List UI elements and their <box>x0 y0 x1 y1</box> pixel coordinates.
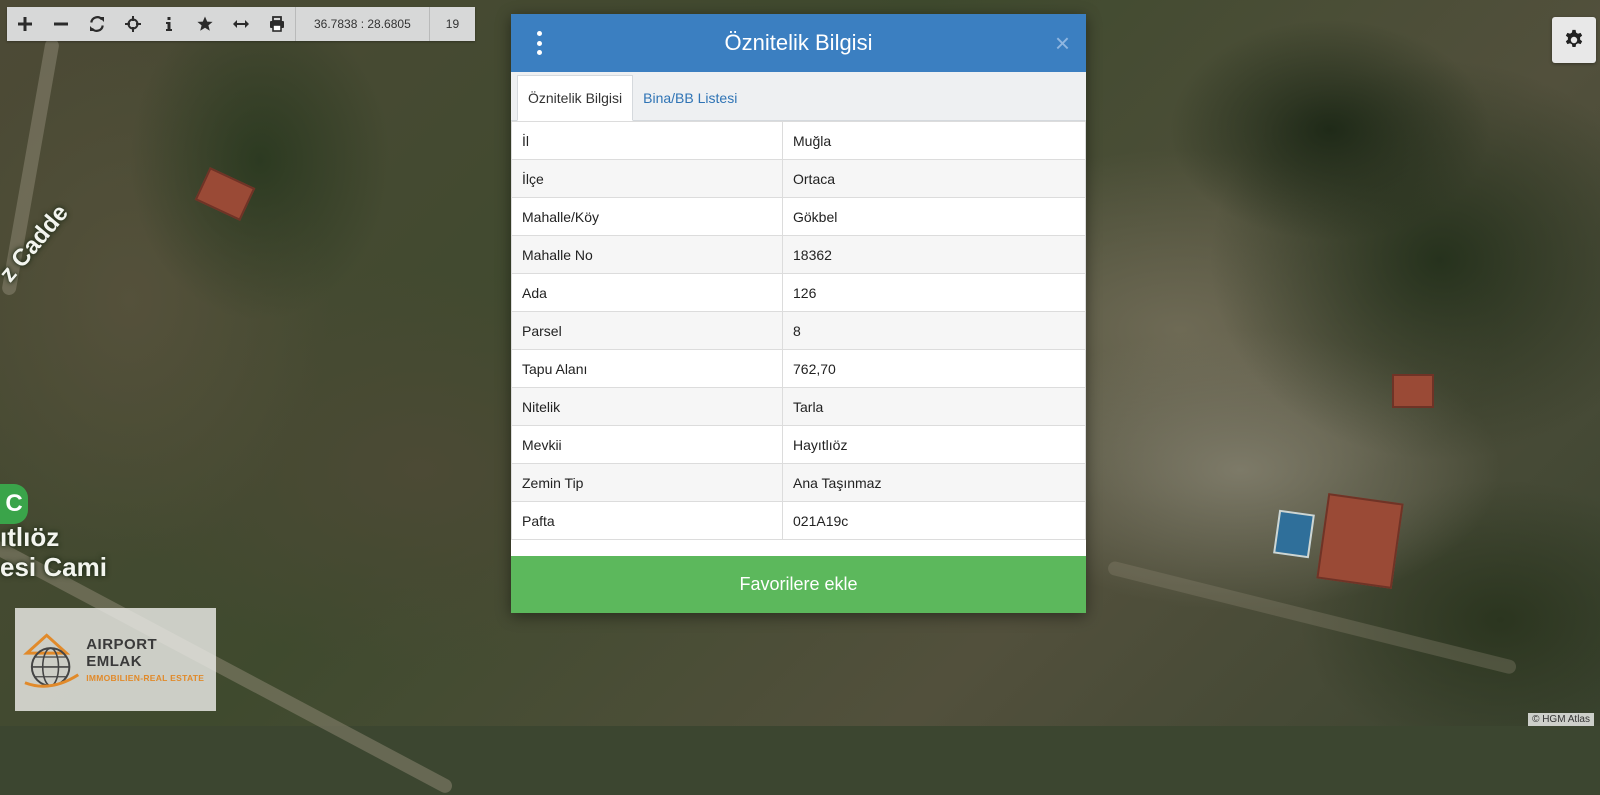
attribute-value: Ortaca <box>782 159 1086 198</box>
company-logo: AIRPORT EMLAK IMMOBILIEN-REAL ESTATE <box>15 608 216 711</box>
measure-button[interactable] <box>223 7 259 41</box>
minus-icon <box>54 22 68 26</box>
attribute-key: Mevkii <box>511 425 783 464</box>
star-icon <box>197 16 213 31</box>
table-row: Tapu Alanı 762,70 <box>511 349 1086 388</box>
table-row: Mahalle/Köy Gökbel <box>511 197 1086 236</box>
map-place-label: ıtlıöz <box>0 522 60 552</box>
gear-icon <box>1565 29 1583 48</box>
refresh-icon <box>90 16 104 32</box>
attribute-value: 021A19c <box>782 501 1086 540</box>
table-row: Zemin Tip Ana Taşınmaz <box>511 463 1086 502</box>
map-road <box>1106 560 1518 676</box>
favorite-button[interactable] <box>187 7 223 41</box>
tab-building-list[interactable]: Bina/BB Listesi <box>633 76 747 120</box>
attribute-value: 126 <box>782 273 1086 312</box>
tab-attribute-info[interactable]: Öznitelik Bilgisi <box>517 75 634 121</box>
table-row: İlçe Ortaca <box>511 159 1086 198</box>
settings-button[interactable] <box>1552 17 1596 63</box>
table-row: İl Muğla <box>511 121 1086 160</box>
attribute-key: Mahalle No <box>511 235 783 274</box>
attribute-key: İlçe <box>511 159 783 198</box>
map-pool <box>1273 509 1315 559</box>
info-icon <box>166 17 172 31</box>
kebab-menu-icon[interactable] <box>535 31 543 55</box>
attribute-key: Mahalle/Köy <box>511 197 783 236</box>
map-building <box>1316 493 1404 589</box>
zoom-out-button[interactable] <box>43 7 79 41</box>
attribute-value: 8 <box>782 311 1086 350</box>
map-toolbar: 36.7838 : 28.6805 19 <box>7 7 476 41</box>
table-row: Mahalle No 18362 <box>511 235 1086 274</box>
attribute-value: Muğla <box>782 121 1086 160</box>
dialog-header: Öznitelik Bilgisi × <box>511 14 1086 72</box>
attribute-key: Parsel <box>511 311 783 350</box>
print-button[interactable] <box>259 7 295 41</box>
attribute-value: 762,70 <box>782 349 1086 388</box>
logo-name: AIRPORT EMLAK <box>86 636 158 670</box>
attribute-value: Ana Taşınmaz <box>782 463 1086 502</box>
measure-icon <box>233 20 249 28</box>
table-row: Ada 126 <box>511 273 1086 312</box>
globe-house-logo-icon <box>23 632 80 688</box>
attribute-dialog: Öznitelik Bilgisi × Öznitelik Bilgisi Bi… <box>511 14 1086 613</box>
map-building <box>194 167 256 221</box>
attribute-table: İl Muğla İlçe Ortaca Mahalle/Köy Gökbel Mah… <box>511 121 1086 540</box>
attribute-value: Tarla <box>782 387 1086 426</box>
map-attribution: © HGM Atlas <box>1528 713 1594 726</box>
add-to-favorites-button[interactable]: Favorilere ekle <box>511 556 1086 613</box>
refresh-button[interactable] <box>79 7 115 41</box>
table-row: Mevkii Hayıtlıöz <box>511 425 1086 464</box>
mosque-marker-icon[interactable]: C <box>0 484 28 524</box>
attribute-value: Hayıtlıöz <box>782 425 1086 464</box>
locate-button[interactable] <box>115 7 151 41</box>
map-building <box>1392 374 1434 408</box>
table-row: Nitelik Tarla <box>511 387 1086 426</box>
table-row: Parsel 8 <box>511 311 1086 350</box>
attribute-key: Tapu Alanı <box>511 349 783 388</box>
plus-icon <box>18 17 32 31</box>
print-icon <box>270 16 284 32</box>
attribute-key: Ada <box>511 273 783 312</box>
coordinate-readout: 36.7838 : 28.6805 <box>295 7 429 41</box>
info-button[interactable] <box>151 7 187 41</box>
zoom-in-button[interactable] <box>7 7 43 41</box>
table-row: Pafta 021A19c <box>511 501 1086 540</box>
attribute-key: İl <box>511 121 783 160</box>
crosshair-icon <box>125 16 141 32</box>
attribute-value: 18362 <box>782 235 1086 274</box>
attribute-key: Zemin Tip <box>511 463 783 502</box>
logo-subtitle: IMMOBILIEN-REAL ESTATE <box>86 673 205 683</box>
attribute-key: Pafta <box>511 501 783 540</box>
attribute-value: Gökbel <box>782 197 1086 236</box>
close-icon[interactable]: × <box>1055 28 1070 58</box>
zoom-level-readout: 19 <box>428 7 475 41</box>
attribute-key: Nitelik <box>511 387 783 426</box>
dialog-tabs: Öznitelik Bilgisi Bina/BB Listesi <box>511 72 1086 121</box>
map-place-label: esi Cami <box>0 552 107 582</box>
dialog-title: Öznitelik Bilgisi <box>724 30 873 55</box>
